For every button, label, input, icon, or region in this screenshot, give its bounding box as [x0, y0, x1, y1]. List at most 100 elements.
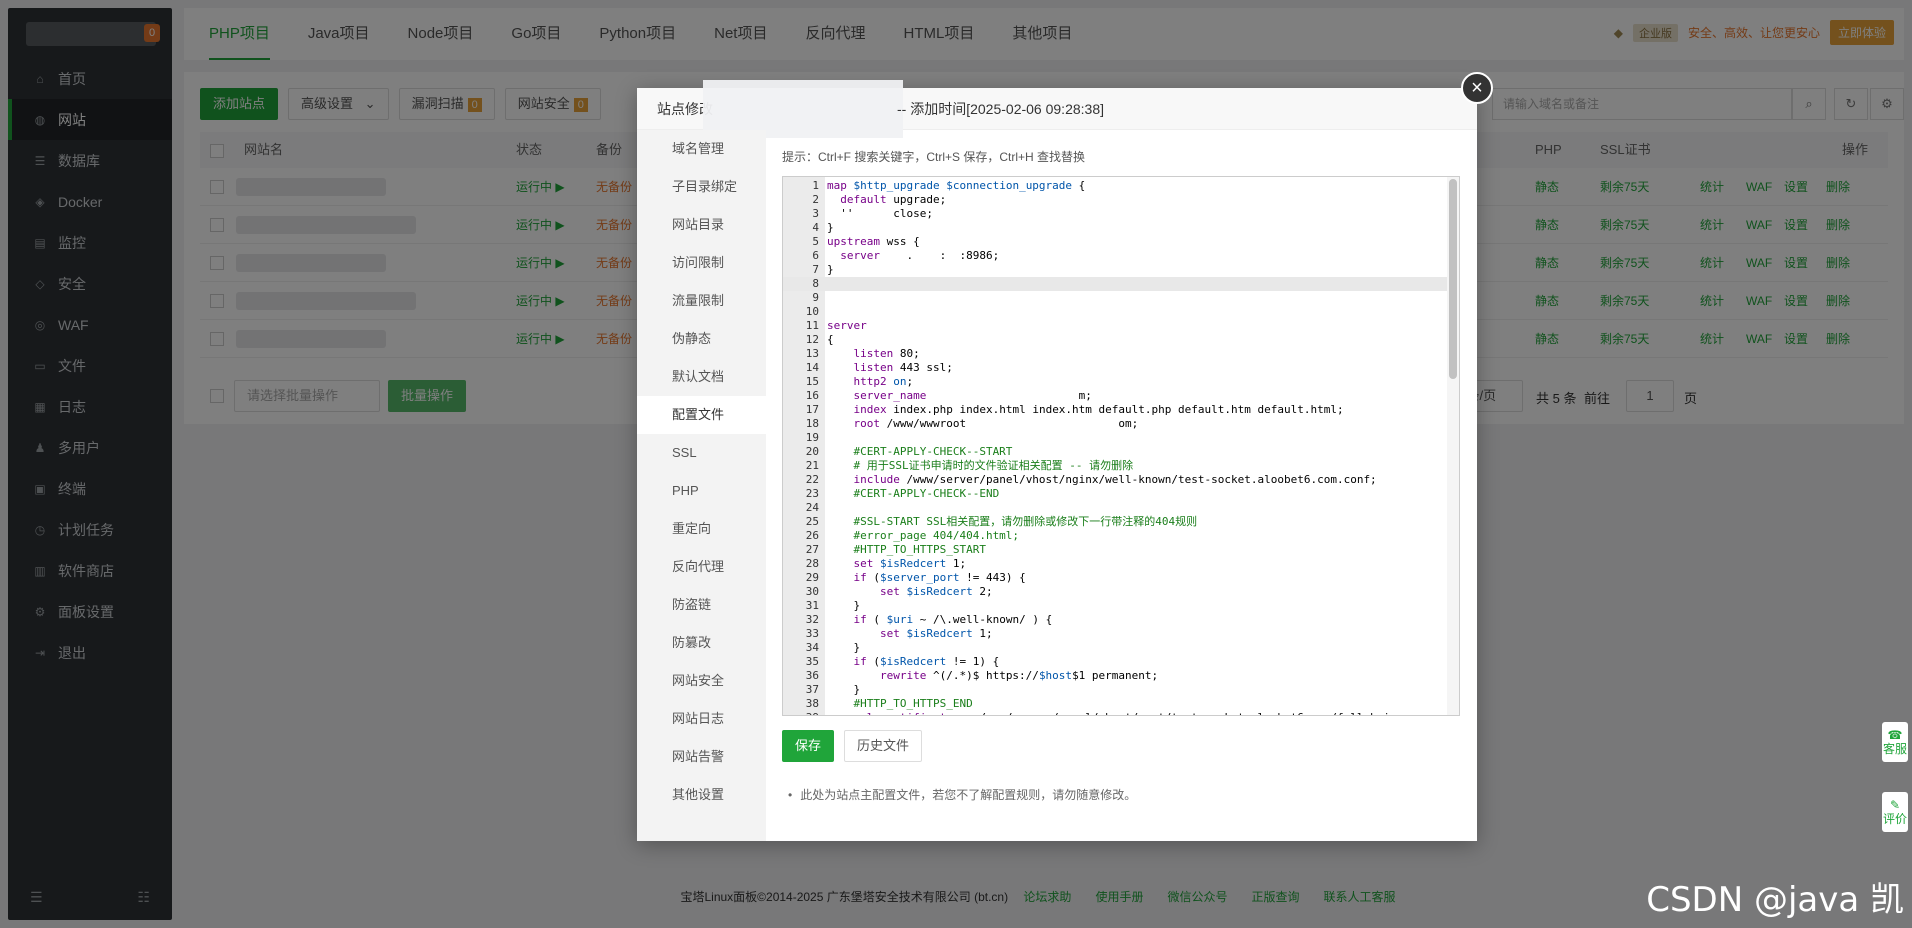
editor-scrollbar[interactable]	[1447, 177, 1459, 715]
code-text: }	[827, 221, 834, 234]
modal-menu-item[interactable]: 防盗链	[637, 586, 766, 624]
line-number: 18	[805, 417, 819, 430]
line-number: 5	[812, 235, 819, 248]
code-line: 15 http2 on;	[783, 375, 1447, 389]
modal-menu-item[interactable]: 网站安全	[637, 662, 766, 700]
code-line: 21 # 用于SSL证书申请时的文件验证相关配置 -- 请勿删除	[783, 459, 1447, 473]
code-text: if ( $uri ~ /\.well-known/ ) {	[853, 613, 1053, 626]
line-number: 6	[812, 249, 819, 262]
line-number: 22	[805, 473, 819, 486]
history-file-button[interactable]: 历史文件	[844, 730, 923, 762]
code-line: 33 set $isRedcert 1;	[783, 627, 1447, 641]
modal-title-added-time: -- 添加时间[2025-02-06 09:28:38]	[897, 101, 1104, 117]
code-text: }	[827, 641, 861, 654]
code-text: }	[827, 599, 861, 612]
line-number: 7	[812, 263, 819, 276]
line-number: 30	[805, 585, 819, 598]
code-text: '' close;	[827, 207, 933, 220]
modal-menu-item[interactable]: 流量限制	[637, 282, 766, 320]
line-number: 14	[805, 361, 819, 374]
line-number: 4	[812, 221, 819, 234]
line-number: 2	[812, 193, 819, 206]
line-number: 9	[812, 291, 819, 304]
code-text: #HTTP_TO_HTTPS_START	[827, 543, 986, 556]
line-number: 32	[805, 613, 819, 626]
code-text: ssl_certificate /www/server/panel/vhost/…	[827, 711, 1430, 715]
line-number: 26	[805, 529, 819, 542]
config-editor[interactable]: 1 map $http_upgrade $connection_upgrade {…	[782, 176, 1460, 716]
code-text: set $isRedcert 1;	[853, 557, 967, 570]
save-button[interactable]: 保存	[782, 730, 835, 762]
code-line: 10	[783, 305, 1447, 319]
code-text: rewrite ^(/.*)$ https://$host$1 permanen…	[879, 669, 1159, 682]
customer-service-button[interactable]: ☎ 客服	[1882, 722, 1908, 762]
code-line: 20 #CERT-APPLY-CHECK--START	[783, 445, 1447, 459]
code-line: 3 '' close;	[783, 207, 1447, 221]
code-line: 23 #CERT-APPLY-CHECK--END	[783, 487, 1447, 501]
code-line: 34 }	[783, 641, 1447, 655]
line-number: 35	[805, 655, 819, 668]
code-text: listen 80;	[853, 347, 920, 360]
code-text: server_name m;	[853, 389, 1092, 402]
code-line: 1 map $http_upgrade $connection_upgrade {	[783, 179, 1447, 193]
modal-menu-item[interactable]: 配置文件	[637, 396, 766, 434]
code-line: 39 ssl_certificate /www/server/panel/vho…	[783, 711, 1447, 715]
code-text: #error_page 404/404.html;	[827, 529, 1020, 542]
code-line: 13 listen 80;	[783, 347, 1447, 361]
code-line: 6 server . : :8986;	[783, 249, 1447, 263]
modal-menu-item[interactable]: 重定向	[637, 510, 766, 548]
modal-menu-item[interactable]: 其他设置	[637, 776, 766, 814]
line-number: 13	[805, 347, 819, 360]
code-line: 35 if ($isRedcert != 1) {	[783, 655, 1447, 669]
code-line: 8	[783, 277, 1447, 291]
code-text: #SSL-START SSL相关配置，请勿删除或修改下一行带注释的404规则	[827, 515, 1198, 528]
modal-menu-item[interactable]: 伪静态	[637, 320, 766, 358]
code-text: # 用于SSL证书申请时的文件验证相关配置 -- 请勿删除	[827, 459, 1134, 472]
modal-menu-item[interactable]: 默认文档	[637, 358, 766, 396]
modal-menu-item[interactable]: 反向代理	[637, 548, 766, 586]
code-line: 9	[783, 291, 1447, 305]
code-text: server . : :8986;	[840, 249, 1000, 262]
code-line: 19	[783, 431, 1447, 445]
code-text: map $http_upgrade $connection_upgrade {	[827, 179, 1086, 192]
modal-menu-item[interactable]: 域名管理	[637, 130, 766, 168]
code-line: 28 set $isRedcert 1;	[783, 557, 1447, 571]
headset-icon: ☎	[1887, 728, 1903, 742]
code-line: 14 listen 443 ssl;	[783, 361, 1447, 375]
code-line: 26 #error_page 404/404.html;	[783, 529, 1447, 543]
line-number: 33	[805, 627, 819, 640]
modal-menu-item[interactable]: 网站日志	[637, 700, 766, 738]
site-edit-modal: 站点修改 -- 添加时间[2025-02-06 09:28:38] 域名管理 子目…	[637, 80, 1477, 841]
code-text: set $isRedcert 2;	[879, 585, 993, 598]
modal-menu-item[interactable]: 网站目录	[637, 206, 766, 244]
line-number: 20	[805, 445, 819, 458]
code-text: #CERT-APPLY-CHECK--END	[827, 487, 1000, 500]
code-text: server	[827, 319, 867, 332]
line-number: 24	[805, 501, 819, 514]
code-line: 2 default upgrade;	[783, 193, 1447, 207]
code-line: 30 set $isRedcert 2;	[783, 585, 1447, 599]
modal-menu-item[interactable]: 网站告警	[637, 738, 766, 776]
code-text: }	[827, 263, 834, 276]
config-note: 此处为站点主配置文件，若您不了解配置规则，请勿随意修改。	[788, 786, 1136, 803]
line-number: 12	[805, 333, 819, 346]
line-number: 28	[805, 557, 819, 570]
line-number: 29	[805, 571, 819, 584]
modal-menu-item[interactable]: 防篡改	[637, 624, 766, 662]
close-icon[interactable]: ×	[1461, 72, 1493, 104]
line-number: 37	[805, 683, 819, 696]
code-text: {	[827, 333, 834, 346]
edit-icon: ✎	[1889, 798, 1901, 812]
modal-menu-item[interactable]: PHP	[637, 472, 766, 510]
code-line: 16 server_name m;	[783, 389, 1447, 403]
code-text: upstream wss {	[827, 235, 920, 248]
modal-title: 站点修改 -- 添加时间[2025-02-06 09:28:38]	[637, 80, 1477, 138]
modal-menu-item[interactable]: SSL	[637, 434, 766, 472]
review-button[interactable]: ✎ 评价	[1882, 792, 1908, 832]
modal-menu-item[interactable]: 访问限制	[637, 244, 766, 282]
code-text: #HTTP_TO_HTTPS_END	[827, 697, 973, 710]
csdn-watermark: CSDN @java 凯	[1646, 880, 1904, 920]
code-text: if ($server_port != 443) {	[853, 571, 1026, 584]
line-number: 16	[805, 389, 819, 402]
modal-menu-item[interactable]: 子目录绑定	[637, 168, 766, 206]
